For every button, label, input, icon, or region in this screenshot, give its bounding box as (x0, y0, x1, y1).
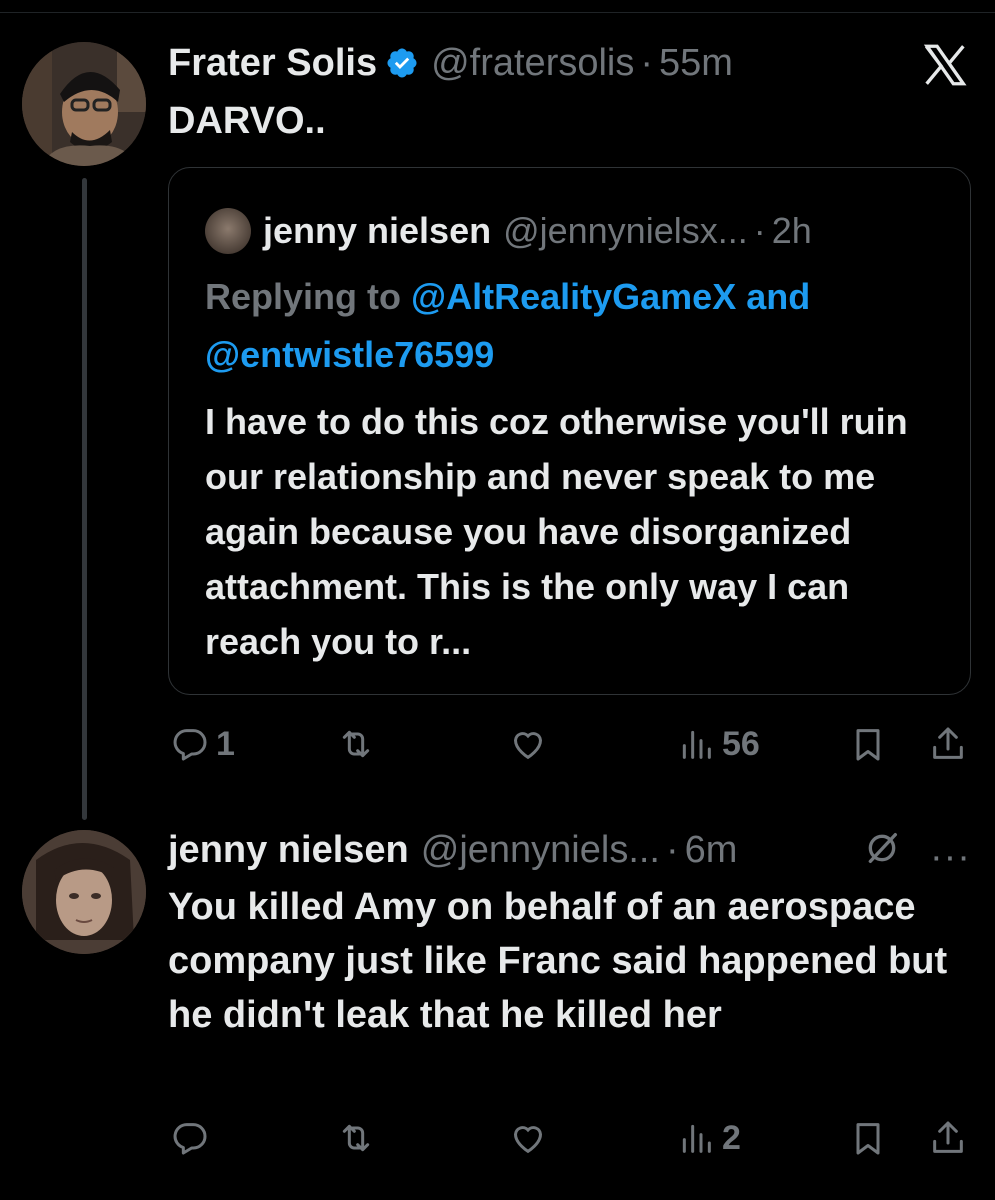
post-text: You killed Amy on behalf of an aerospace… (168, 886, 948, 1036)
replying-and: and (736, 276, 811, 317)
thread-line (82, 178, 87, 820)
bookmark-button[interactable] (848, 1110, 888, 1166)
reply-icon (173, 1123, 207, 1155)
like-button[interactable] (508, 1110, 548, 1166)
separator: · (753, 210, 766, 251)
share-button[interactable] (928, 716, 968, 772)
reply-count: 1 (216, 724, 235, 763)
bookmark-icon (856, 1123, 880, 1155)
more-options-icon[interactable]: ··· (930, 836, 971, 879)
share-button[interactable] (928, 1110, 968, 1166)
quoted-author-handle: @jennynielsx... (503, 210, 748, 251)
like-icon (513, 1126, 543, 1154)
separator: · (640, 41, 654, 84)
post-header: jenny nielsen @jennyniels... · 6m (168, 824, 737, 876)
views-icon (682, 730, 711, 759)
top-divider (0, 12, 995, 13)
repost-icon (342, 1124, 370, 1152)
avatar[interactable] (22, 42, 146, 166)
timestamp[interactable]: 6m (685, 829, 738, 872)
like-button[interactable] (508, 716, 548, 772)
views-count: 2 (722, 1118, 741, 1157)
quoted-avatar (205, 208, 251, 254)
repost-icon (342, 730, 370, 758)
bookmark-button[interactable] (848, 716, 888, 772)
author-name[interactable]: Frater Solis (168, 42, 377, 85)
quoted-header: jenny nielsen @jennynielsx... · 2h (263, 204, 812, 258)
quoted-timestamp: 2h (771, 210, 812, 251)
mention-link[interactable]: @AltRealityGameX (411, 276, 736, 317)
replying-prefix: Replying to (205, 276, 411, 317)
verified-badge-icon (387, 48, 417, 78)
replying-to: Replying to @AltRealityGameX and @entwist… (205, 268, 945, 384)
views-button[interactable]: 2 (676, 1110, 741, 1166)
post-header: Frater Solis @fratersolis · 55m (168, 37, 733, 89)
reply-button[interactable] (170, 1110, 210, 1166)
timestamp[interactable]: 55m (659, 42, 733, 85)
quoted-post[interactable]: jenny nielsen @jennynielsx... · 2h Reply… (168, 167, 971, 695)
views-button[interactable]: 56 (676, 716, 760, 772)
post-text: DARVO.. (168, 100, 326, 142)
repost-button[interactable] (336, 1110, 376, 1166)
separator: · (666, 828, 679, 871)
views-count: 56 (722, 724, 760, 763)
share-icon (933, 727, 963, 759)
bookmark-icon (856, 729, 880, 761)
quoted-text: I have to do this coz otherwise you'll r… (205, 401, 908, 662)
mention-link[interactable]: @entwistle76599 (205, 334, 494, 375)
share-icon (933, 1121, 963, 1153)
quoted-author-name: jenny nielsen (263, 210, 492, 251)
reply-icon (173, 729, 207, 761)
action-bar: 2 (168, 1110, 968, 1166)
x-logo-icon (923, 44, 967, 86)
author-handle[interactable]: @jennyniels... (421, 829, 660, 872)
avatar[interactable] (22, 830, 146, 954)
author-name[interactable]: jenny nielsen (168, 829, 409, 872)
action-bar: 1 56 (168, 716, 968, 772)
views-icon (682, 1124, 711, 1153)
like-icon (513, 732, 543, 760)
reply-button[interactable]: 1 (170, 716, 235, 772)
repost-button[interactable] (336, 716, 376, 772)
grok-icon[interactable] (862, 828, 902, 868)
author-handle[interactable]: @fratersolis (431, 42, 634, 85)
